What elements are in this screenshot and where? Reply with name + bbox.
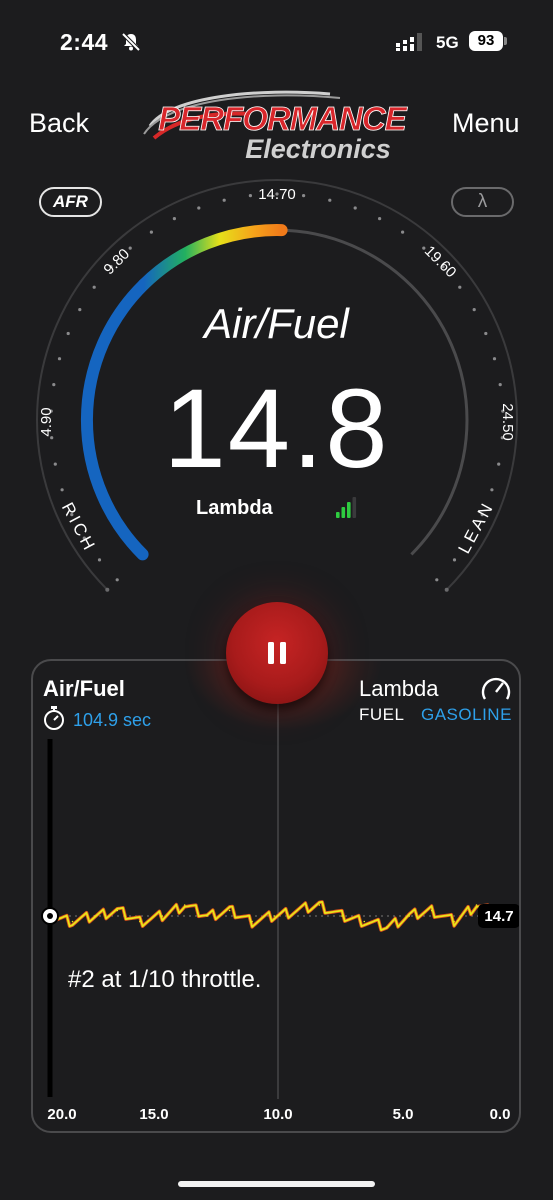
- data-point: [71, 920, 74, 923]
- current-value-label: 14.7: [484, 908, 513, 925]
- data-point: [296, 909, 298, 912]
- back-button[interactable]: Back: [29, 108, 89, 139]
- data-point: [228, 909, 231, 912]
- x-tick-label: 0.0: [489, 1106, 511, 1123]
- start-marker-center: [47, 913, 53, 919]
- data-point: [94, 915, 96, 917]
- data-point: [475, 904, 478, 906]
- gauge-tick-label-2: 14.70: [258, 186, 296, 203]
- gauge-tick-dot: [435, 578, 439, 582]
- pause-icon: [268, 642, 286, 664]
- x-tick-label: 20.0: [47, 1106, 77, 1123]
- menu-button[interactable]: Menu: [452, 108, 520, 139]
- data-point: [251, 920, 253, 923]
- x-tick-label: 10.0: [263, 1106, 293, 1123]
- gauge-tick-dot: [248, 194, 252, 198]
- lambda-mode-button[interactable]: λ: [451, 187, 514, 217]
- gauge-unit-label: Lambda: [196, 497, 273, 519]
- gauge-tick-dot: [172, 217, 176, 221]
- data-point: [273, 915, 276, 917]
- gauge-tick-dot: [328, 198, 332, 202]
- stopwatch-icon: [44, 706, 64, 730]
- data-point: [318, 904, 321, 906]
- gauge-tick-dot: [92, 285, 96, 289]
- data-point: [430, 909, 433, 912]
- data-point: [453, 920, 455, 923]
- gauge-tick-dot: [401, 230, 405, 234]
- signal-bar: [347, 502, 351, 518]
- gauge-tick-dot: [97, 558, 102, 562]
- data-point: [386, 926, 388, 928]
- data-point: [139, 920, 141, 923]
- data-point: [206, 915, 208, 917]
- gauge-tick-dot: [452, 558, 457, 562]
- data-point: [363, 920, 366, 923]
- pause-button[interactable]: [226, 602, 328, 704]
- gauge-tick-dot: [302, 194, 306, 198]
- gauge-tick-dot: [222, 198, 226, 202]
- data-point: [116, 909, 119, 912]
- x-tick-label: 15.0: [139, 1106, 169, 1123]
- logo-electronics-text: Electronics: [245, 134, 391, 164]
- gauge-tick-label-3: 19.60: [421, 243, 460, 282]
- x-tick-label: 5.0: [392, 1106, 414, 1123]
- signal-bar: [352, 497, 357, 518]
- logo-performance-text: PERFORMANCE: [158, 100, 407, 137]
- fuel-type-value[interactable]: GASOLINE: [421, 705, 512, 725]
- gauge-tick-label-1: 9.80: [100, 245, 133, 278]
- data-point: [183, 904, 186, 906]
- gauge-tick-dot: [57, 357, 62, 361]
- gauge-tick-dot: [492, 357, 497, 361]
- chart-left-title: Air/Fuel: [43, 676, 125, 701]
- gauge-value-arc-hot: [137, 224, 288, 291]
- rich-label: RICH: [58, 499, 100, 555]
- gauge-tick-dot: [115, 578, 119, 582]
- elapsed-time: 104.9 sec: [73, 710, 152, 730]
- gauge-tick-dot: [149, 230, 153, 234]
- gauge-tick-dot: [458, 285, 462, 289]
- gauge-title: Air/Fuel: [204, 300, 349, 347]
- chart-annotation: #2 at 1/10 throttle.: [68, 966, 262, 993]
- gauge-tick-dot: [378, 217, 382, 221]
- gauge-tick-dot: [353, 206, 357, 210]
- gauge-tick-dot: [197, 206, 201, 210]
- battery-level: 93: [469, 31, 503, 51]
- data-point: [161, 915, 164, 917]
- speedometer-icon[interactable]: [479, 672, 513, 706]
- performance-electronics-logo: PERFORMANCE Electronics: [143, 90, 409, 164]
- afr-mode-button[interactable]: AFR: [39, 187, 102, 217]
- gauge-end-cap: [105, 587, 110, 592]
- gauge-end-cap: [444, 587, 449, 592]
- network-type: 5G: [436, 33, 459, 52]
- data-point: [341, 915, 343, 917]
- signal-strength-icon: [336, 497, 357, 518]
- gauge-value: 14.8: [163, 366, 390, 491]
- air-fuel-chart: 14.7: [41, 666, 519, 1099]
- signal-bar: [336, 512, 340, 518]
- gauge-tick-dot: [128, 246, 132, 250]
- chart-right-title: Lambda: [359, 676, 439, 701]
- fuel-label: FUEL: [359, 705, 405, 724]
- signal-bar: [341, 507, 346, 518]
- battery-tip: [504, 37, 507, 45]
- bell-slash-icon: [121, 32, 141, 52]
- home-indicator[interactable]: [178, 1181, 375, 1187]
- cellular-signal-icon: [396, 33, 422, 51]
- chart-card: 14.7 Air/Fuel 104.9 sec Lambda FUEL GASO…: [31, 659, 521, 1133]
- status-time: 2:44: [60, 29, 109, 55]
- data-point: [408, 915, 411, 917]
